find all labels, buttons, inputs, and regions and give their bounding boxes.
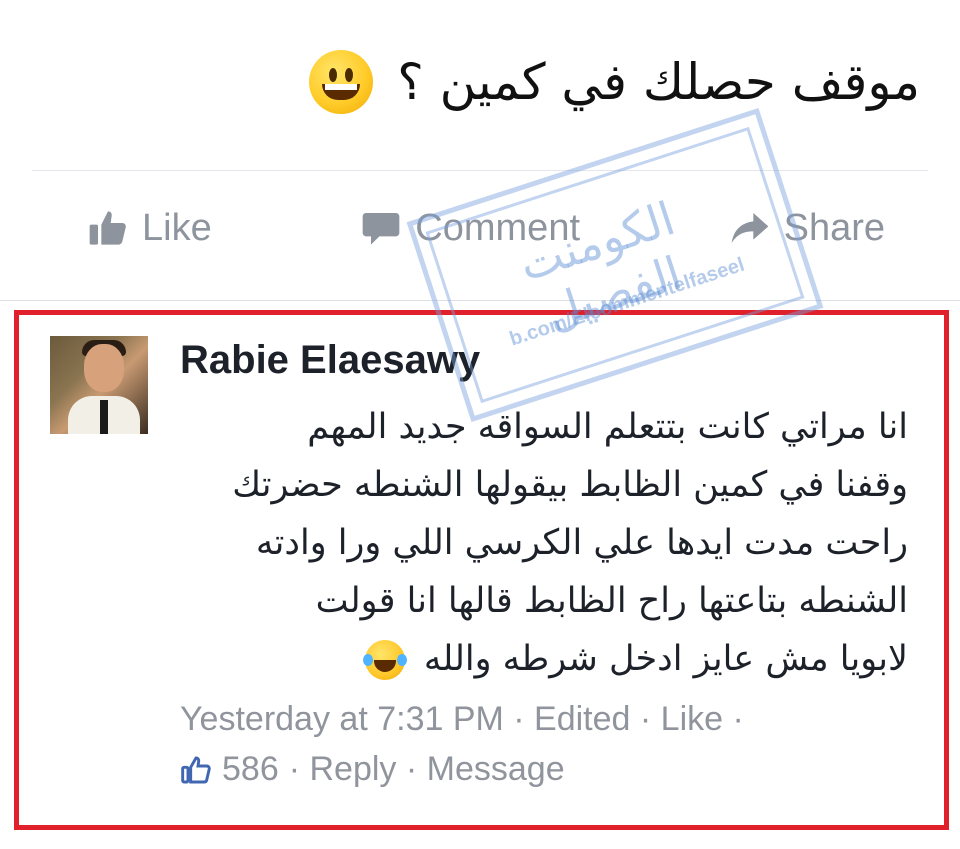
comment-label: Comment [415,206,581,249]
share-arrow-icon [731,213,768,243]
share-button[interactable]: Share [730,198,885,258]
comment-line: وقفنا في كمين الظابط بيقولها الشنطه حضرت… [232,465,908,505]
comment-author[interactable]: Rabie Elaesawy [180,338,480,383]
comment-line: انا مراتي كانت بتتعلم السواقه جديد المهم [307,407,908,447]
post-text: موقف حصلك في كمين ؟ [397,53,920,111]
reply-message-links[interactable]: · Reply · Message [289,750,565,789]
tears-of-joy-icon [362,640,407,680]
comment-line: الشنطه بتاعتها راح الظابط قالها انا قولت [315,581,908,621]
comment-line-last: لابويا مش عايز ادخل شرطه والله [148,630,908,688]
section-divider [0,300,960,301]
like-count[interactable]: 586 [222,750,279,789]
comment-meta: Yesterday at 7:31 PM · Edited · Like · [180,700,744,738]
like-label: Like [142,206,212,249]
thumbs-up-icon [89,211,126,245]
comment-line: لابويا مش عايز ادخل شرطه والله [423,639,908,679]
comment-button[interactable]: Comment [361,198,580,258]
divider [32,170,928,171]
comment-line: راحت مدت ايدها علي الكرسي اللي ورا وادته [255,523,908,563]
share-label: Share [783,206,885,249]
smiling-face-icon [309,50,374,114]
like-button[interactable]: Like [88,198,212,258]
post-text-row: موقف حصلك في كمين ؟ [309,50,920,114]
comment-body: انا مراتي كانت بتتعلم السواقه جديد المهم… [148,398,908,688]
comment-meta-actions: 586 · Reply · Message [180,750,565,789]
comment-bubble-icon [362,213,400,245]
avatar[interactable] [50,336,148,434]
thumbs-up-outline-icon [181,756,211,783]
post-actions-bar: Like Comment Share [0,198,960,258]
